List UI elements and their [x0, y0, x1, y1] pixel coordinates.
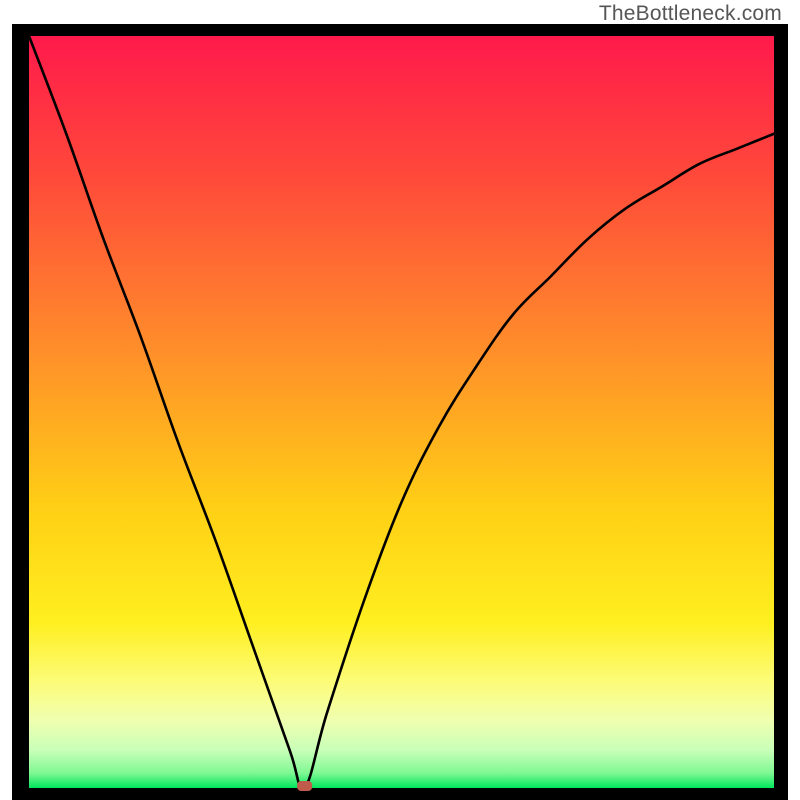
minimum-marker — [297, 781, 312, 791]
bottleneck-chart — [12, 24, 788, 800]
gradient-plot-area — [29, 36, 774, 788]
watermark-text: TheBottleneck.com — [599, 2, 782, 26]
chart-frame — [12, 24, 788, 800]
